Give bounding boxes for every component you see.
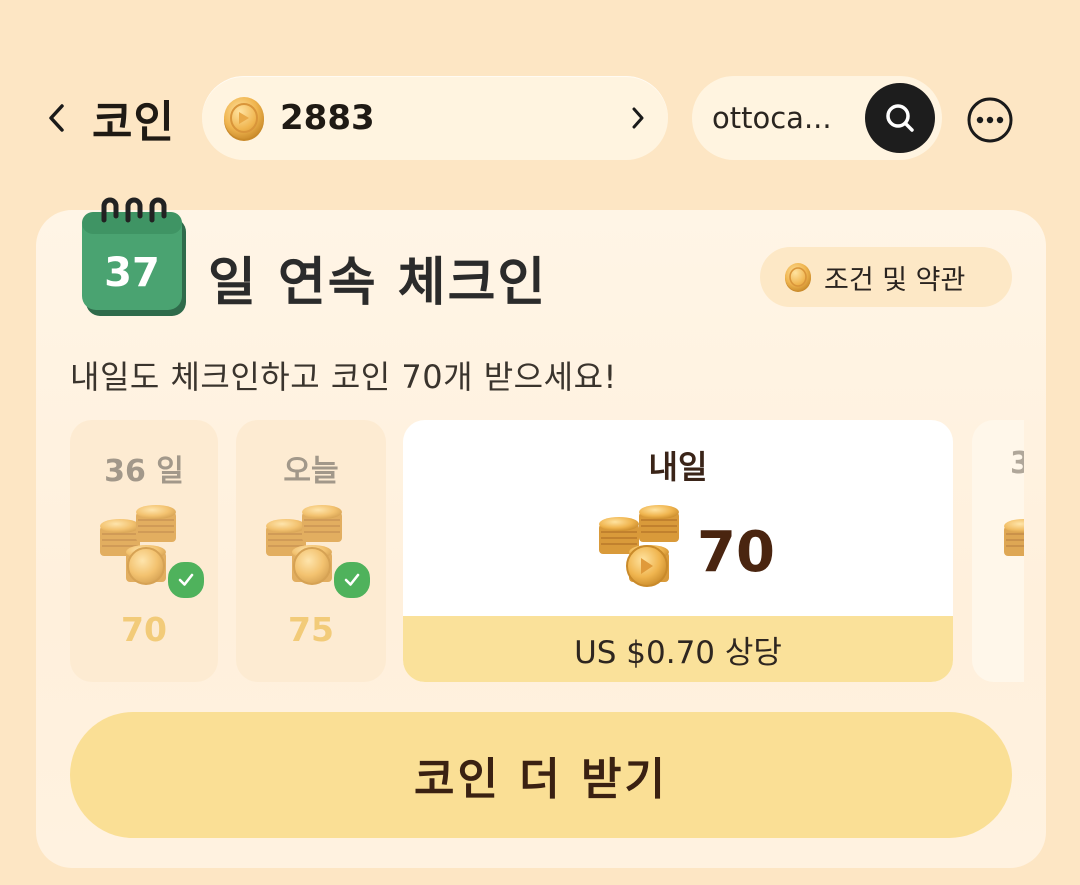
coin-stack-icon [598,504,680,587]
page-title: 코인 [92,97,175,148]
streak-title: 일 연속 체크인 [208,253,548,313]
streak-days: 37 [104,250,160,296]
coin-icon [785,263,811,292]
coin-stack-icon [1003,518,1024,557]
checkin-subtitle: 내일도 체크인하고 코인 70개 받으세요! [70,358,617,396]
day-card-next: 3 [972,420,1024,682]
tomorrow-coin-value: 70 [697,520,775,585]
day-card-today: 오늘 75 [236,420,386,682]
day-coin-value: 70 [121,610,167,649]
day-label: 오늘 [283,454,339,489]
day-card-past: 36 일 70 [70,420,218,682]
terms-label: 조건 및 약관 [824,264,966,296]
terms-button[interactable]: 조건 및 약관 [760,247,1012,307]
coin-balance: 2883 [280,98,375,138]
user-search-pill[interactable]: ottoca... [692,76,942,160]
user-name: ottoca... [712,101,832,135]
more-button[interactable] [966,96,1014,144]
search-button[interactable] [865,83,935,153]
coin-balance-button[interactable]: 2883 [202,76,668,160]
chevron-right-icon [632,107,644,129]
usd-equivalent: US $0.70 상당 [403,616,953,682]
get-more-coins-button[interactable]: 코인 더 받기 [70,712,1012,838]
day-card-tomorrow: 내일 70 US $0.70 상당 [403,420,953,682]
day-label: 3 [1010,446,1024,481]
day-coin-value: 75 [288,610,334,649]
day-label: 내일 [648,448,708,486]
calendar-icon: 37 [80,196,192,320]
back-button[interactable] [40,96,74,140]
day-label: 36 일 [104,454,184,489]
more-horizontal-icon [967,97,1013,143]
coin-icon [224,97,264,141]
check-icon [332,560,372,600]
chevron-left-icon [49,104,64,132]
check-icon [166,560,206,600]
search-icon [886,104,914,132]
